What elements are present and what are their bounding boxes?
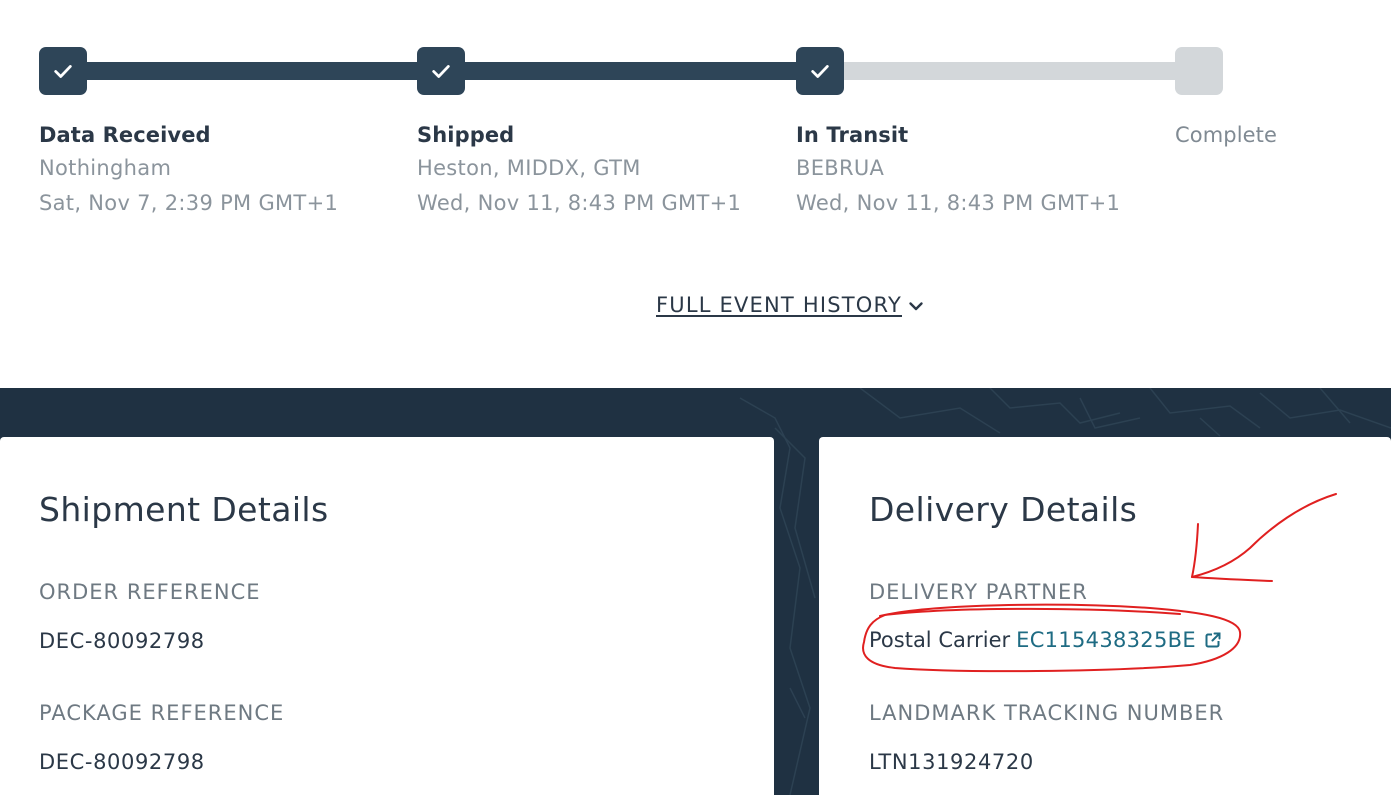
step-location: BEBRUA	[796, 156, 885, 180]
progress-tracker: Data Received Nothingham Sat, Nov 7, 2:3…	[0, 0, 1391, 388]
package-reference-label: PACKAGE REFERENCE	[39, 701, 285, 725]
step-location: Heston, MIDDX, GTM	[417, 156, 641, 180]
partner-tracking-link[interactable]: EC115438325BE	[1016, 628, 1196, 652]
step-in-transit: In Transit BEBRUA Wed, Nov 11, 8:43 PM G…	[796, 120, 1120, 222]
package-reference-value: DEC-80092798	[39, 750, 205, 774]
step-datetime: Wed, Nov 11, 8:43 PM GMT+1	[417, 191, 742, 215]
shipment-details-title: Shipment Details	[39, 490, 329, 529]
delivery-partner-row: Postal Carrier EC115438325BE	[869, 628, 1222, 652]
step-title: Data Received	[39, 123, 211, 147]
tracking-number-label: LANDMARK TRACKING NUMBER	[869, 701, 1225, 725]
step-shipped: Shipped Heston, MIDDX, GTM Wed, Nov 11, …	[417, 120, 741, 222]
step-title: Shipped	[417, 123, 515, 147]
chevron-down-icon	[909, 302, 923, 311]
step-complete: Complete	[1175, 120, 1277, 150]
check-icon	[432, 65, 450, 78]
step-marker-complete	[1175, 47, 1223, 95]
delivery-details-title: Delivery Details	[869, 490, 1138, 529]
order-reference-label: ORDER REFERENCE	[39, 580, 261, 604]
step-title: Complete	[1175, 123, 1278, 147]
progress-segment-1	[60, 62, 440, 80]
tracking-number-value: LTN131924720	[869, 750, 1034, 774]
step-datetime: Wed, Nov 11, 8:43 PM GMT+1	[796, 191, 1121, 215]
external-link-icon[interactable]	[1204, 631, 1222, 649]
check-icon	[811, 65, 829, 78]
progress-segment-3	[820, 62, 1200, 80]
step-marker-in-transit	[796, 47, 844, 95]
step-marker-data-received	[39, 47, 87, 95]
check-icon	[54, 65, 72, 78]
full-event-history-link[interactable]: FULL EVENT HISTORY	[656, 293, 924, 317]
delivery-partner-name: Postal Carrier	[869, 628, 1011, 652]
step-datetime: Sat, Nov 7, 2:39 PM GMT+1	[39, 191, 339, 215]
step-data-received: Data Received Nothingham Sat, Nov 7, 2:3…	[39, 120, 338, 222]
step-title: In Transit	[796, 123, 909, 147]
delivery-partner-label: DELIVERY PARTNER	[869, 580, 1088, 604]
full-event-history-label: FULL EVENT HISTORY	[656, 293, 902, 317]
step-location: Nothingham	[39, 156, 172, 180]
step-marker-shipped	[417, 47, 465, 95]
progress-segment-2	[440, 62, 820, 80]
order-reference-value: DEC-80092798	[39, 629, 205, 653]
